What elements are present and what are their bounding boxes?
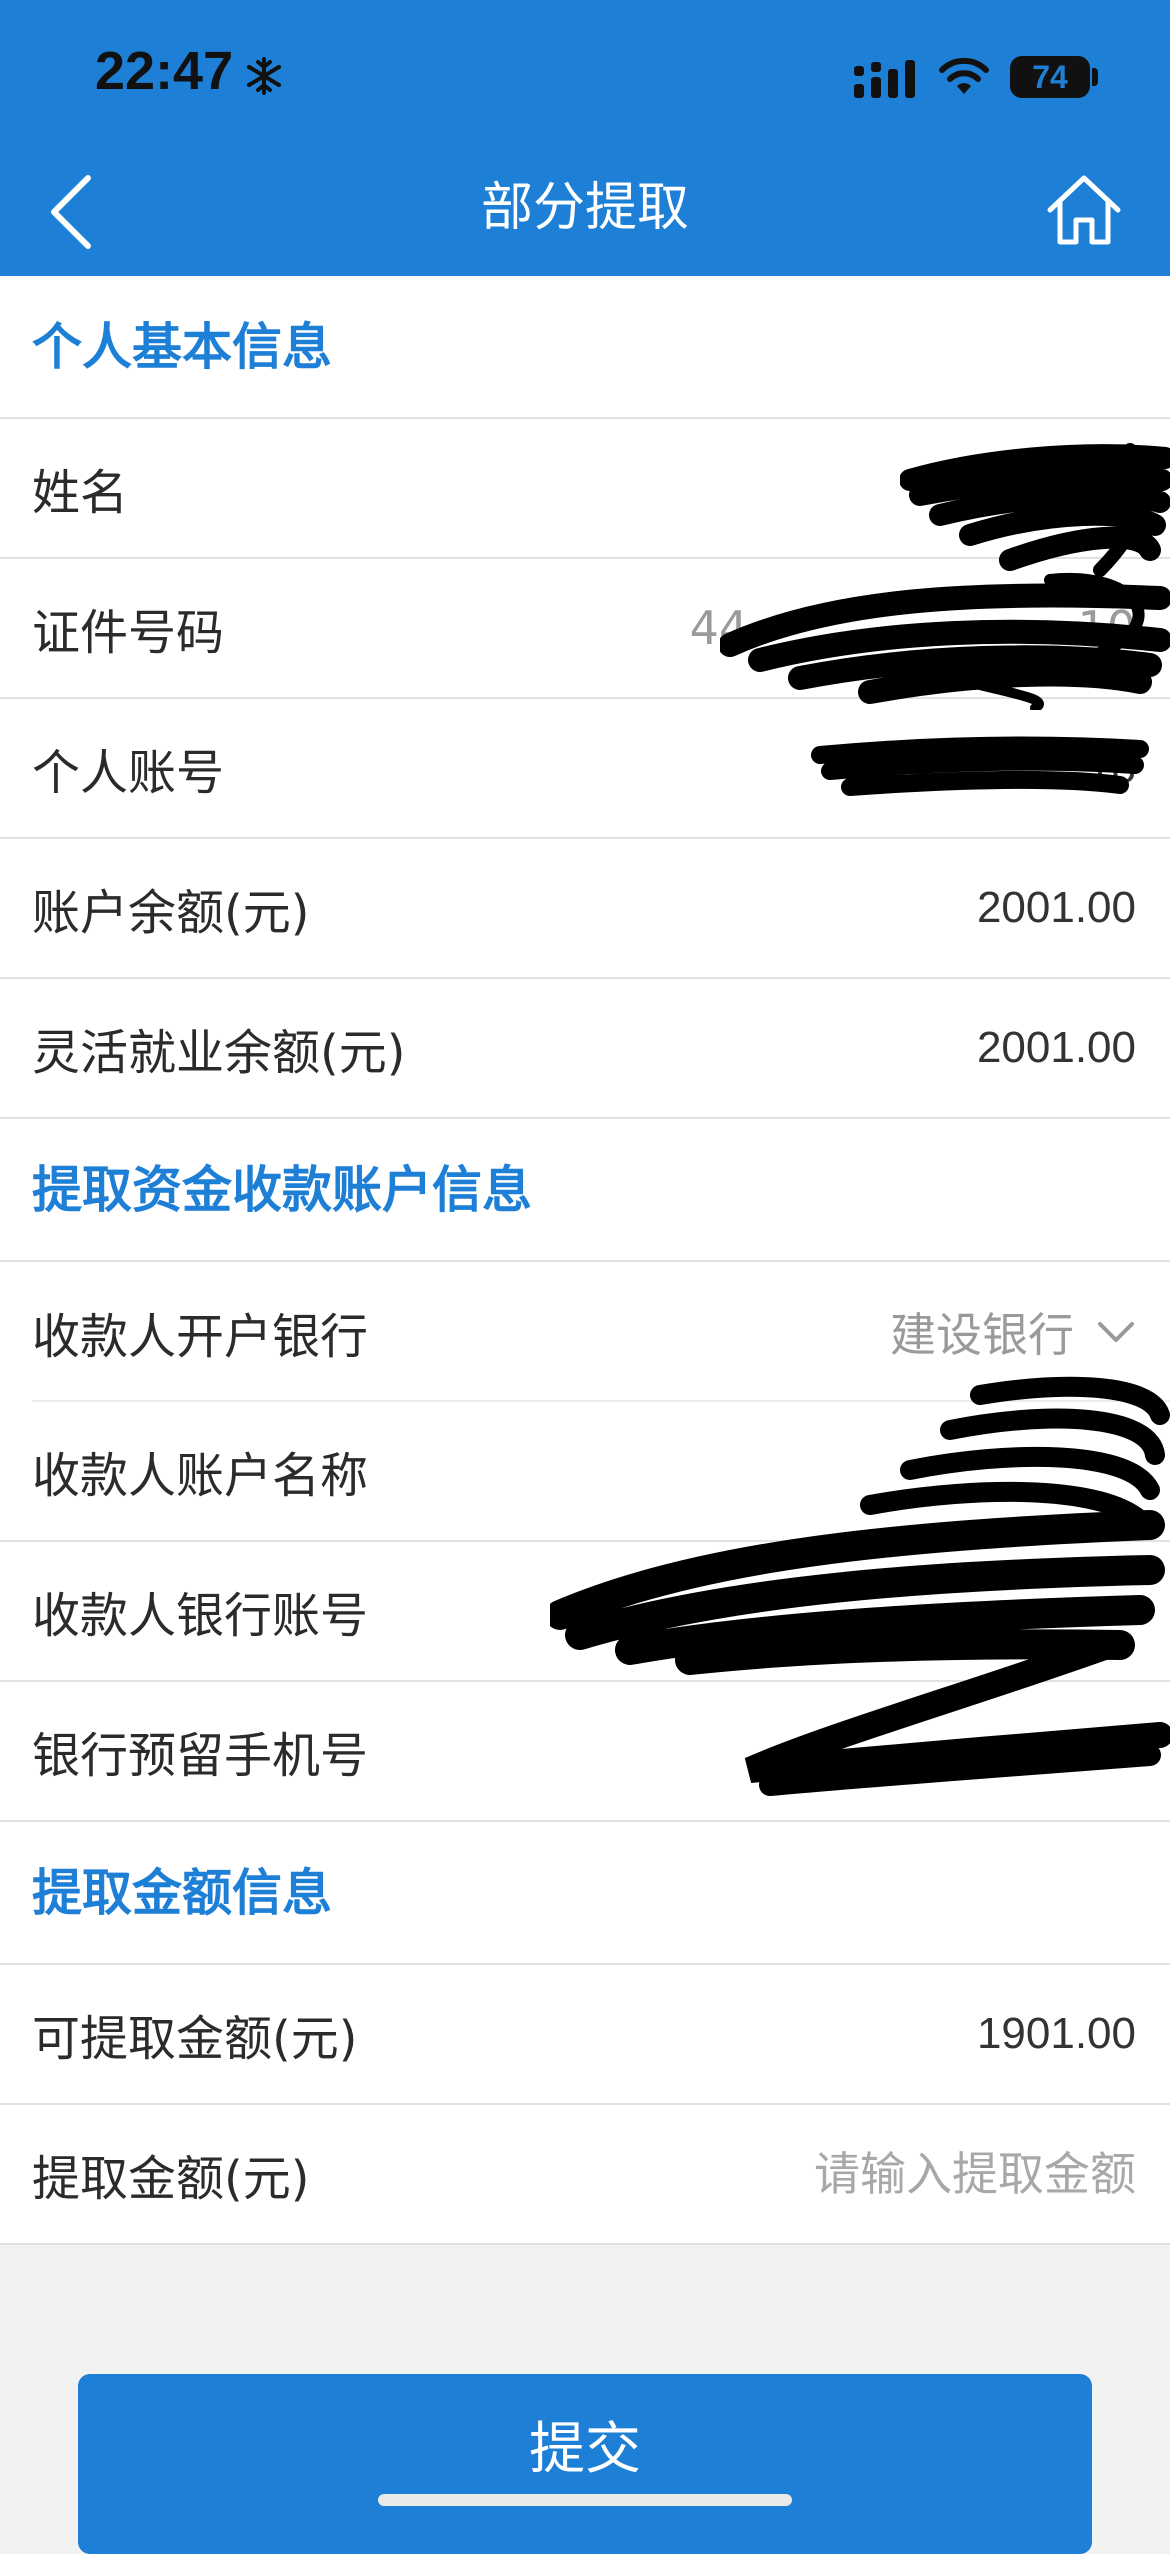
receiver-bank-select[interactable]: 建设银行 [890,1299,1136,1365]
account-balance-label: 账户余额(元) [32,885,310,941]
bank-phone-value: 269 [1062,1726,1136,1775]
row-receiver-name: 收款人账户名称 [0,1402,1170,1542]
bank-phone-label: 银行预留手机号 [32,1728,369,1784]
home-icon[interactable] [1044,170,1124,250]
app-header: 22:47 74 部分提取 [0,0,1170,276]
row-flex-balance: 灵活就业余额(元) 2001.00 [0,979,1170,1119]
available-amount-value: 1901.00 [976,2009,1136,2058]
section-receiver-info: 提取资金收款账户信息 [0,1119,1170,1262]
section-personal-info: 个人基本信息 [0,276,1170,419]
row-withdraw-amount: 提取金额(元) [0,2105,1170,2245]
row-receiver-bank[interactable]: 收款人开户银行 建设银行 [0,1262,1170,1402]
receiver-account-label: 收款人银行账号 [32,1588,369,1644]
row-bank-phone: 银行预留手机号 269 [0,1682,1170,1822]
id-number-tail: 10 [1077,601,1136,655]
withdraw-amount-input[interactable] [676,2147,1136,2201]
withdraw-amount-label: 提取金额(元) [32,2151,310,2207]
home-indicator [378,2494,792,2506]
available-amount-label: 可提取金额(元) [32,2011,358,2067]
id-number-label: 证件号码 [32,605,225,661]
row-id-number: 证件号码 44 10 [0,559,1170,699]
battery-tip [1092,68,1098,86]
name-label: 姓名 [32,465,129,521]
row-personal-account: 个人账号 17 18 [0,699,1170,839]
snowflake-icon [247,57,281,95]
signal-icon [854,60,915,98]
row-name: 姓名 [0,419,1170,559]
id-number-value: 44 10 [690,601,1136,655]
page-title: 部分提取 [480,178,689,238]
receiver-name-label: 收款人账户名称 [32,1448,369,1504]
account-balance-value: 2001.00 [976,883,1136,932]
id-number-partial: 44 [689,601,749,655]
receiver-bank-value: 建设银行 [890,1308,1074,1362]
personal-account-label: 个人账号 [32,745,225,801]
personal-account-value: 17 18 [844,743,1136,793]
nav-bar: 部分提取 [0,150,1170,276]
row-account-balance: 账户余额(元) 2001.00 [0,839,1170,979]
chevron-left-icon[interactable] [46,172,96,252]
personal-account-partial: 17 [843,743,893,792]
status-time: 22:47 [95,41,234,101]
row-available-amount: 可提取金额(元) 1901.00 [0,1965,1170,2105]
receiver-bank-label: 收款人开户银行 [32,1309,369,1365]
personal-account-tail: 18 [1087,743,1136,792]
status-bar: 22:47 74 [0,0,1170,150]
row-receiver-account: 收款人银行账号 [0,1542,1170,1682]
section-amount-info: 提取金额信息 [0,1822,1170,1965]
flex-balance-value: 2001.00 [976,1023,1136,1072]
wifi-icon [939,57,989,94]
form-content: 个人基本信息 姓名 证件号码 44 10 个人账号 17 18 账户余额(元) … [0,276,1170,2245]
submit-button[interactable]: 提交 [78,2374,1092,2554]
chevron-down-icon [1098,1322,1134,1342]
battery-indicator: 74 [1010,56,1090,98]
flex-balance-label: 灵活就业余额(元) [32,1025,406,1081]
